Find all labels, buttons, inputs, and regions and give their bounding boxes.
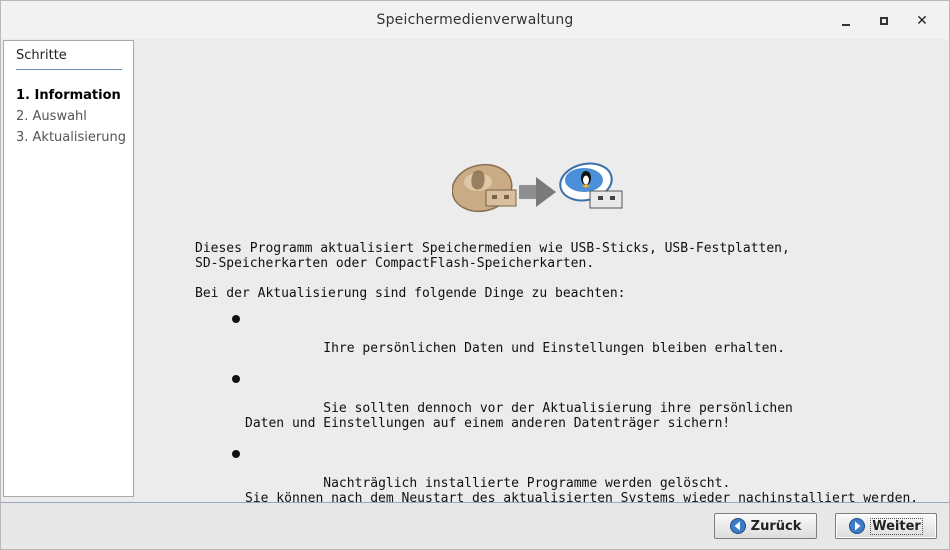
bullet-text: Ihre persönlichen Daten und Einstellunge… bbox=[323, 341, 786, 356]
arrow-right-icon bbox=[849, 518, 866, 534]
step-item-information: 1. Information bbox=[16, 88, 121, 103]
notice-list: Ihre persönlichen Daten und Einstellunge… bbox=[232, 311, 935, 521]
back-button[interactable]: Zurück bbox=[714, 513, 817, 539]
bullet-icon bbox=[232, 450, 240, 458]
intro-paragraph: Dieses Programm aktualisiert Speichermed… bbox=[195, 241, 790, 271]
window-title: Speichermedienverwaltung bbox=[376, 12, 574, 28]
next-button-label: Weiter bbox=[870, 517, 923, 535]
back-button-label: Zurück bbox=[750, 518, 802, 534]
wizard-window: Speichermedienverwaltung ✕ Schritte 1. I… bbox=[0, 0, 950, 550]
window-controls: ✕ bbox=[827, 10, 941, 32]
arrow-right-icon bbox=[519, 177, 556, 207]
bullet-icon bbox=[232, 315, 240, 323]
button-bar: Zurück Weiter bbox=[1, 503, 949, 549]
minimize-icon bbox=[842, 24, 850, 26]
close-button[interactable]: ✕ bbox=[903, 10, 941, 32]
title-bar[interactable]: Speichermedienverwaltung ✕ bbox=[1, 1, 949, 39]
main-content: Dieses Programm aktualisiert Speichermed… bbox=[136, 40, 949, 506]
list-item: Sie sollten dennoch vor der Aktualisieru… bbox=[232, 371, 935, 446]
usb-stick-new-icon bbox=[559, 162, 623, 209]
usb-upgrade-illustration bbox=[452, 162, 623, 213]
steps-list: 1. Information 2. Auswahl 3. Aktualisier… bbox=[16, 85, 126, 148]
sidebar-heading: Schritte bbox=[16, 48, 67, 63]
minimize-button[interactable] bbox=[827, 10, 865, 32]
maximize-button[interactable] bbox=[865, 10, 903, 32]
notice-heading: Bei der Aktualisierung sind folgende Din… bbox=[195, 286, 626, 301]
sidebar-divider bbox=[16, 69, 122, 70]
steps-sidebar: Schritte 1. Information 2. Auswahl 3. Ak… bbox=[3, 40, 134, 497]
arrow-left-icon bbox=[729, 518, 746, 534]
list-item: Ihre persönlichen Daten und Einstellunge… bbox=[232, 311, 935, 371]
bullet-icon bbox=[232, 375, 240, 383]
bullet-text: Sie sollten dennoch vor der Aktualisieru… bbox=[245, 401, 793, 431]
step-item-auswahl: 2. Auswahl bbox=[16, 109, 87, 124]
close-icon: ✕ bbox=[916, 13, 928, 29]
maximize-icon bbox=[880, 17, 888, 25]
step-item-aktualisierung: 3. Aktualisierung bbox=[16, 130, 126, 145]
next-button[interactable]: Weiter bbox=[835, 513, 937, 539]
usb-stick-old-icon bbox=[452, 163, 517, 213]
info-text: Dieses Programm aktualisiert Speichermed… bbox=[195, 241, 935, 521]
